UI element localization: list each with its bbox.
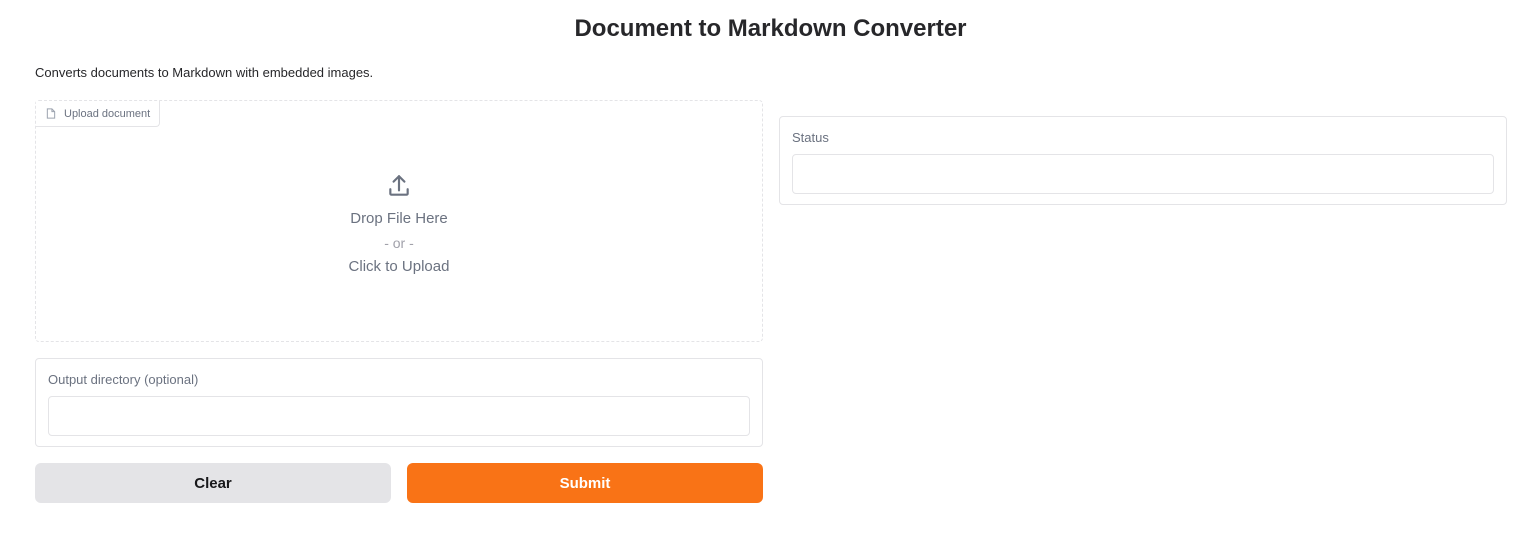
output-directory-block: Output directory (optional) (35, 358, 763, 447)
app-page: Document to Markdown Converter Converts … (0, 0, 1519, 541)
file-upload-dropzone[interactable]: Upload document Drop File Here - or - Cl… (35, 100, 763, 342)
or-separator: - or - (384, 235, 414, 251)
click-to-upload-text: Click to Upload (348, 258, 450, 275)
page-title: Document to Markdown Converter (574, 15, 967, 42)
status-label: Status (792, 130, 829, 145)
upload-label: Upload document (36, 101, 161, 127)
status-block: Status (779, 116, 1507, 205)
upload-label-text: Upload document (64, 107, 151, 120)
status-output[interactable] (792, 154, 1494, 194)
file-icon (46, 108, 56, 119)
drop-file-text: Drop File Here (350, 210, 448, 227)
submit-button[interactable]: Submit (407, 463, 763, 503)
output-directory-input[interactable] (48, 396, 750, 436)
upload-prompt: Drop File Here - or - Click to Upload (36, 173, 762, 277)
page-description: Converts documents to Markdown with embe… (35, 65, 374, 80)
output-directory-label: Output directory (optional) (48, 372, 199, 387)
clear-button[interactable]: Clear (35, 463, 391, 503)
upload-icon (386, 173, 412, 199)
